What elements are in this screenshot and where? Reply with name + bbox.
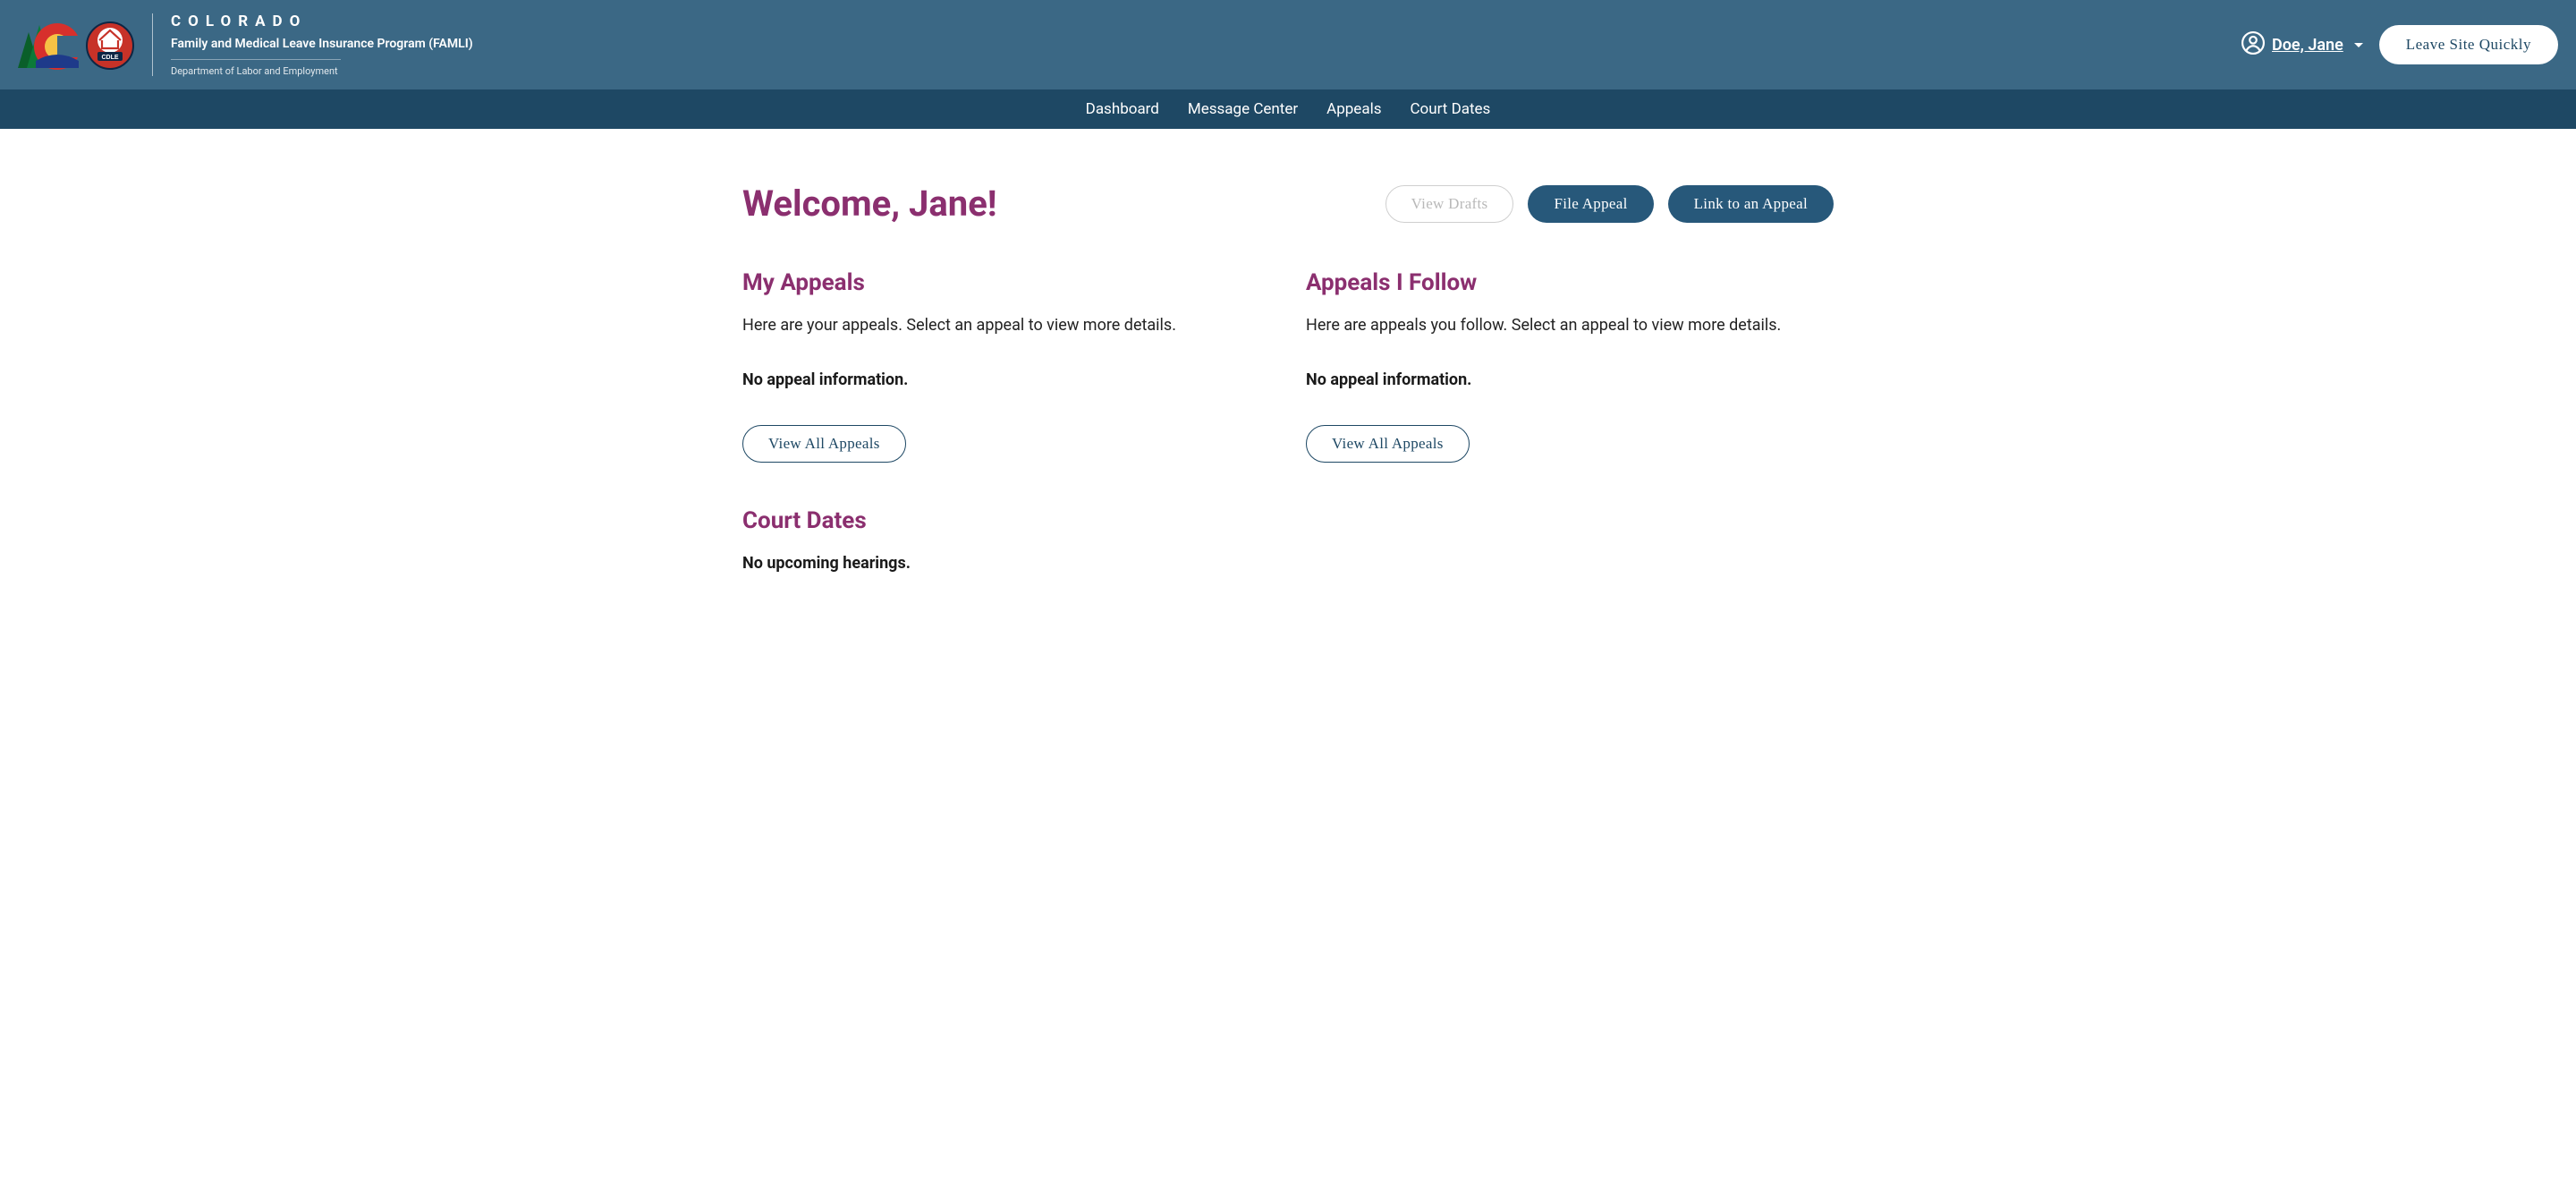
court-dates-empty: No upcoming hearings. xyxy=(742,554,1834,573)
cdle-logo-icon: CDLE xyxy=(86,21,134,73)
svg-text:CDLE: CDLE xyxy=(101,55,118,61)
brand-block: CDLE COLORADO Family and Medical Leave I… xyxy=(18,13,473,77)
brand-text: COLORADO Family and Medical Leave Insura… xyxy=(171,13,473,77)
followed-appeals-empty: No appeal information. xyxy=(1306,370,1834,389)
my-appeals-empty: No appeal information. xyxy=(742,370,1270,389)
link-to-appeal-button[interactable]: Link to an Appeal xyxy=(1668,185,1834,223)
leave-site-button[interactable]: Leave Site Quickly xyxy=(2379,25,2558,64)
followed-appeals-desc: Here are appeals you follow. Select an a… xyxy=(1306,316,1834,335)
my-appeals-heading: My Appeals xyxy=(742,269,1270,296)
brand-department: Department of Labor and Employment xyxy=(171,65,473,77)
brand-divider xyxy=(152,13,153,76)
my-appeals-desc: Here are your appeals. Select an appeal … xyxy=(742,316,1270,335)
followed-appeals-section: Appeals I Follow Here are appeals you fo… xyxy=(1306,269,1834,463)
my-appeals-section: My Appeals Here are your appeals. Select… xyxy=(742,269,1270,463)
welcome-heading: Welcome, Jane! xyxy=(742,183,997,225)
court-dates-heading: Court Dates xyxy=(742,507,1834,534)
followed-appeals-heading: Appeals I Follow xyxy=(1306,269,1834,296)
user-name: Doe, Jane xyxy=(2272,36,2343,55)
main-content: Welcome, Jane! View Drafts File Appeal L… xyxy=(724,129,1852,644)
brand-subtitle: Family and Medical Leave Insurance Progr… xyxy=(171,36,473,52)
welcome-row: Welcome, Jane! View Drafts File Appeal L… xyxy=(742,183,1834,225)
top-header: CDLE COLORADO Family and Medical Leave I… xyxy=(0,0,2576,89)
my-appeals-view-all-button[interactable]: View All Appeals xyxy=(742,425,906,463)
user-icon xyxy=(2241,31,2265,58)
court-dates-section: Court Dates No upcoming hearings. xyxy=(742,507,1834,573)
main-nav: Dashboard Message Center Appeals Court D… xyxy=(0,89,2576,129)
colorado-logo-icon xyxy=(18,16,80,73)
brand-rule xyxy=(171,59,341,60)
view-drafts-button: View Drafts xyxy=(1385,185,1514,223)
chevron-down-icon xyxy=(2354,43,2363,47)
header-right: Doe, Jane Leave Site Quickly xyxy=(2241,25,2558,64)
nav-message-center[interactable]: Message Center xyxy=(1188,100,1298,118)
nav-court-dates[interactable]: Court Dates xyxy=(1410,100,1490,118)
action-button-group: View Drafts File Appeal Link to an Appea… xyxy=(1385,185,1834,223)
nav-dashboard[interactable]: Dashboard xyxy=(1086,100,1159,118)
nav-appeals[interactable]: Appeals xyxy=(1326,100,1381,118)
followed-appeals-view-all-button[interactable]: View All Appeals xyxy=(1306,425,1470,463)
user-menu[interactable]: Doe, Jane xyxy=(2241,31,2363,58)
brand-title: COLORADO xyxy=(171,13,473,30)
appeals-sections: My Appeals Here are your appeals. Select… xyxy=(742,269,1834,463)
file-appeal-button[interactable]: File Appeal xyxy=(1528,185,1653,223)
logo-group: CDLE xyxy=(18,16,134,73)
